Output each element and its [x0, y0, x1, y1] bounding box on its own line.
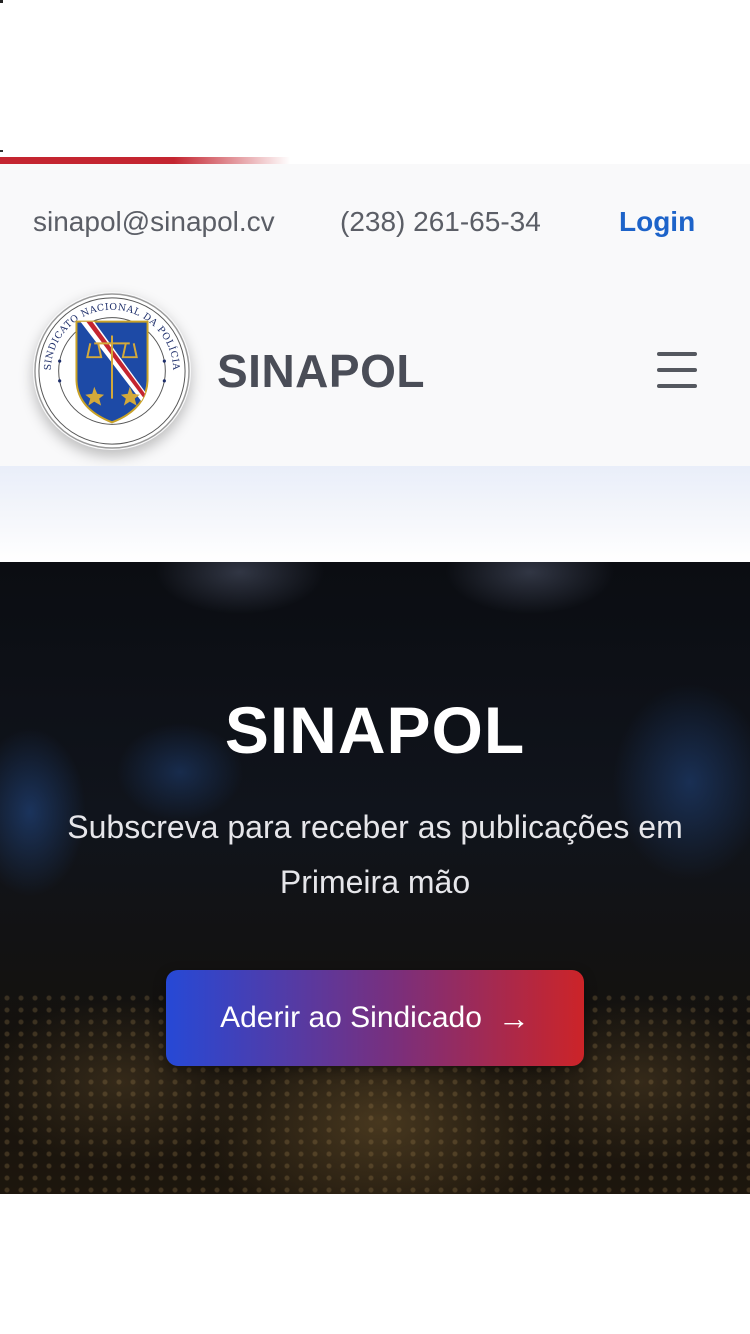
menu-line — [657, 384, 697, 388]
header-shadow-area — [0, 466, 750, 562]
hero-banner: SINAPOL Subscreva para receber as public… — [0, 562, 750, 1194]
top-blank-area — [0, 0, 750, 158]
brand-name[interactable]: SINAPOL — [217, 344, 425, 398]
contact-email[interactable]: sinapol@sinapol.cv — [33, 206, 275, 238]
contact-bar: sinapol@sinapol.cv (238) 261-65-34 Login — [0, 164, 750, 274]
join-union-button-label: Aderir ao Sindicado — [220, 1001, 482, 1034]
arrow-right-icon: → — [497, 999, 530, 1036]
corner-mark — [0, 0, 3, 3]
hamburger-menu-icon[interactable] — [655, 350, 699, 390]
login-link[interactable]: Login — [619, 206, 695, 238]
site-header: SINDICATO NACIONAL DA POLÍCIA SINAPOL — [0, 274, 750, 466]
join-union-button[interactable]: Aderir ao Sindicado → — [166, 970, 584, 1066]
page-loading-bar — [0, 157, 290, 164]
bottom-blank-area — [0, 1194, 750, 1334]
hero-title: SINAPOL — [224, 693, 526, 767]
menu-line — [657, 352, 697, 356]
menu-line — [657, 368, 697, 372]
hero-subtitle: Subscreva para receber as publicações em… — [67, 809, 683, 900]
dash-mark — [0, 150, 3, 152]
sinapol-logo[interactable]: SINDICATO NACIONAL DA POLÍCIA — [33, 292, 191, 450]
contact-phone[interactable]: (238) 261-65-34 — [340, 206, 541, 238]
